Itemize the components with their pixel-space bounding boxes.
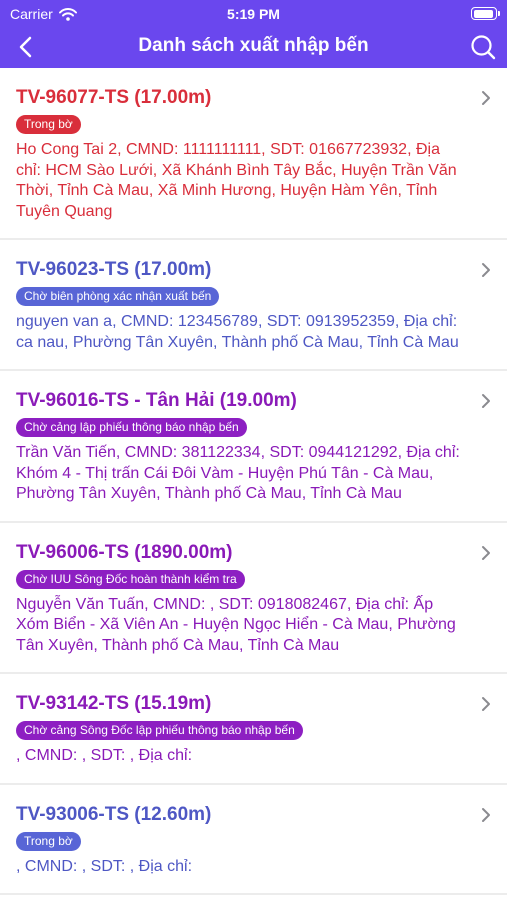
list-item[interactable]: TV-96016-TS - Tân Hải (19.00m) Chờ cảng l… — [0, 371, 507, 523]
chevron-right-icon — [482, 394, 490, 408]
list-item[interactable]: TV-93142-TS (15.19m) Chờ cảng Sông Đốc lậ… — [0, 674, 507, 785]
vessel-title: TV-96006-TS (1890.00m) — [16, 541, 233, 563]
nav-bar: Danh sách xuất nhập bến — [0, 27, 507, 68]
search-icon[interactable] — [469, 33, 497, 61]
owner-details: Ho Cong Tai 2, CMND: 1111111111, SDT: 01… — [16, 141, 457, 220]
list-item[interactable]: TV-93006-TS (12.60m) Trong bờ , CMND: , SD… — [0, 785, 507, 895]
battery-icon — [471, 7, 500, 20]
owner-details: , CMND: , SDT: , Địa chỉ: — [16, 857, 193, 875]
status-badge: Chờ cảng lập phiếu thông báo nhập bến — [16, 418, 247, 437]
owner-details: Trần Văn Tiến, CMND: 381122334, SDT: 094… — [16, 444, 460, 502]
chevron-right-icon — [482, 807, 490, 822]
status-badge: Chờ biên phòng xác nhận xuất bến — [16, 287, 220, 306]
status-badge: Chờ cảng Sông Đốc lập phiếu thông báo nh… — [16, 721, 303, 740]
status-bar: Carrier 5:19 PM — [0, 0, 507, 27]
vessel-title: TV-93006-TS (12.60m) — [16, 803, 212, 825]
chevron-right-icon — [482, 263, 490, 277]
vessel-title: TV-96077-TS (17.00m) — [16, 87, 212, 108]
vessel-title: TV-93142-TS (15.19m) — [16, 693, 212, 714]
page-title: Danh sách xuất nhập bến — [138, 35, 369, 56]
status-badge: Trong bờ — [16, 115, 81, 134]
status-badge: Chờ IUU Sông Đốc hoàn thành kiểm tra — [16, 569, 245, 589]
owner-details: nguyen van a, CMND: 123456789, SDT: 0913… — [16, 313, 459, 351]
vessel-title: TV-96016-TS - Tân Hải (19.00m) — [16, 390, 297, 411]
chevron-right-icon — [482, 91, 490, 105]
owner-details: , CMND: , SDT: , Địa chỉ: — [16, 747, 193, 764]
status-badge: Trong bờ — [16, 831, 81, 851]
status-time: 5:19 PM — [227, 6, 280, 22]
list-item[interactable]: TV-96077-TS (17.00m) Trong bờ Ho Cong Tai … — [0, 68, 507, 240]
list-item[interactable]: TV-96006-TS (1890.00m) Chờ IUU Sông Đốc h… — [0, 523, 507, 674]
chevron-right-icon — [482, 697, 490, 711]
chevron-right-icon — [482, 545, 490, 560]
vessel-title: TV-96023-TS (17.00m) — [16, 259, 212, 280]
owner-details: Nguyễn Văn Tuấn, CMND: , SDT: 0918082467… — [16, 595, 456, 654]
vessel-list: TV-96077-TS (17.00m) Trong bờ Ho Cong Tai … — [0, 68, 507, 900]
list-item[interactable]: TV-96023-TS (17.00m) Chờ biên phòng xác n… — [0, 240, 507, 371]
